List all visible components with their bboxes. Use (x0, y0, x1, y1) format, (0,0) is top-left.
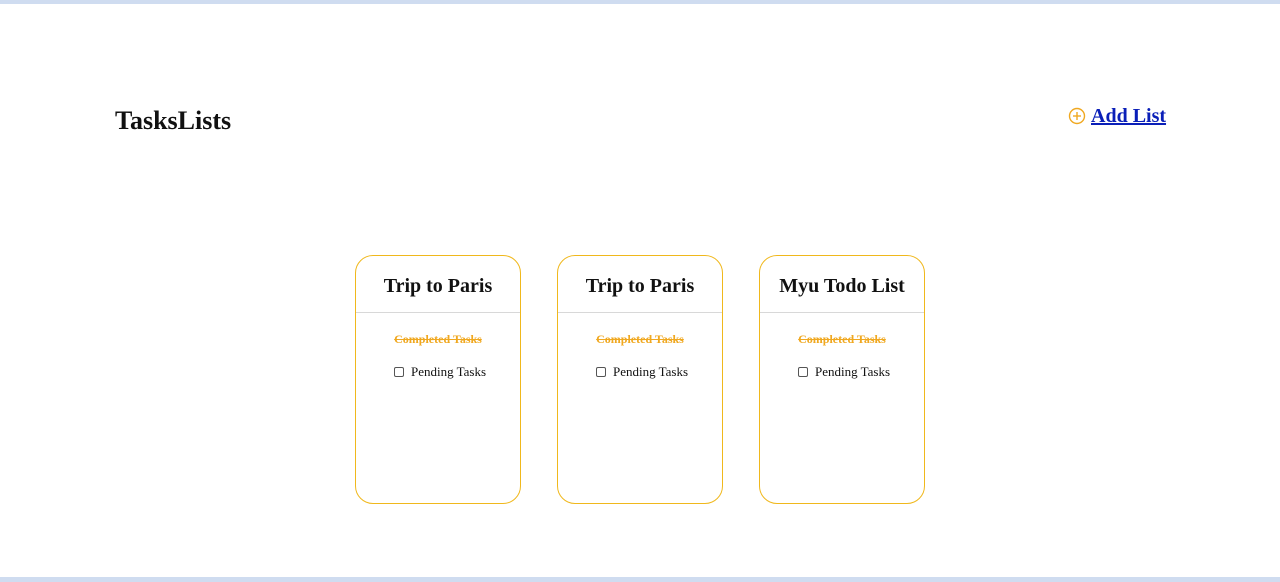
task-list-card[interactable]: Trip to Paris Completed Tasks Pending Ta… (355, 255, 521, 504)
task-list-card[interactable]: Myu Todo List Completed Tasks Pending Ta… (759, 255, 925, 504)
pending-task-item[interactable]: Pending Tasks (394, 364, 520, 380)
card-header: Myu Todo List (760, 256, 924, 313)
pending-task-label: Pending Tasks (411, 364, 487, 379)
page-title: TasksLists (115, 106, 232, 135)
card-title: Trip to Paris (383, 274, 493, 297)
window-top-border (0, 0, 1280, 4)
card-header: Trip to Paris (558, 256, 722, 313)
completed-tasks-label: Completed Tasks (394, 332, 482, 346)
card-title: Myu Todo List (779, 274, 905, 297)
completed-tasks-label: Completed Tasks (596, 332, 684, 346)
pending-task-checkbox[interactable] (798, 367, 808, 377)
pending-task-item[interactable]: Pending Tasks (798, 364, 924, 380)
completed-tasks-label: Completed Tasks (798, 332, 886, 346)
pending-task-label: Pending Tasks (815, 364, 891, 379)
window-bottom-border (0, 577, 1280, 582)
card-title: Trip to Paris (585, 274, 695, 297)
add-list-label: Add List (1091, 105, 1167, 127)
task-list-card[interactable]: Trip to Paris Completed Tasks Pending Ta… (557, 255, 723, 504)
pending-task-checkbox[interactable] (596, 367, 606, 377)
add-list-button[interactable]: Add List (1068, 104, 1166, 128)
card-header: Trip to Paris (356, 256, 520, 313)
plus-circle-icon (1068, 107, 1086, 125)
pending-task-item[interactable]: Pending Tasks (596, 364, 722, 380)
pending-task-label: Pending Tasks (613, 364, 689, 379)
pending-task-checkbox[interactable] (394, 367, 404, 377)
